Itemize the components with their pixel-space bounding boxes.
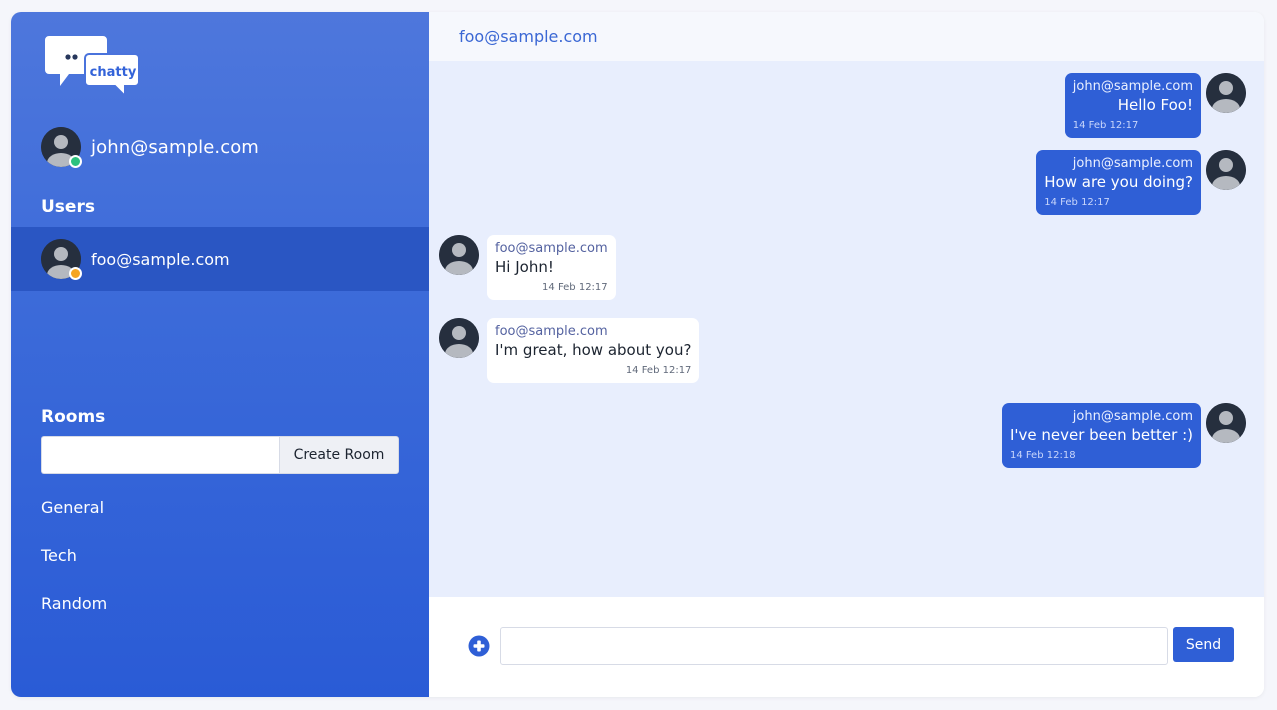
message: john@sample.com Hello Foo! 14 Feb 12:17 xyxy=(459,73,1246,138)
message-bubble: foo@sample.com I'm great, how about you?… xyxy=(487,318,700,383)
message-list: john@sample.com Hello Foo! 14 Feb 12:17 … xyxy=(429,61,1264,597)
message-composer: Send xyxy=(429,597,1264,697)
message-time: 14 Feb 12:17 xyxy=(1072,120,1139,131)
message-input[interactable] xyxy=(500,627,1168,665)
message: john@sample.com How are you doing? 14 Fe… xyxy=(459,150,1246,215)
message-text: Hi John! xyxy=(495,258,554,276)
message: foo@sample.com Hi John! 14 Feb 12:17 xyxy=(439,235,616,300)
room-item-random[interactable]: Random xyxy=(41,594,107,613)
send-button[interactable]: Send xyxy=(1173,627,1234,662)
user-item-foo[interactable]: foo@sample.com xyxy=(11,227,429,291)
room-name-input[interactable] xyxy=(41,436,279,474)
avatar xyxy=(439,235,479,275)
message-sender: john@sample.com xyxy=(1072,156,1193,171)
user-email: foo@sample.com xyxy=(91,249,230,269)
message-bubble: foo@sample.com Hi John! 14 Feb 12:17 xyxy=(487,235,616,300)
message-time: 14 Feb 12:18 xyxy=(1009,450,1076,461)
avatar xyxy=(41,127,82,168)
chat-title: foo@sample.com xyxy=(459,27,598,46)
plus-circle-icon[interactable] xyxy=(468,635,490,657)
avatar xyxy=(1206,403,1246,443)
avatar xyxy=(41,239,82,280)
chat-header: foo@sample.com xyxy=(429,12,1264,61)
message-sender: john@sample.com xyxy=(1072,79,1193,94)
current-user: john@sample.com xyxy=(41,127,259,168)
message-time: 14 Feb 12:17 xyxy=(625,365,692,376)
message-text: Hello Foo! xyxy=(1117,96,1193,114)
current-user-email: john@sample.com xyxy=(91,136,259,158)
users-heading: Users xyxy=(41,197,95,217)
svg-text:chatty: chatty xyxy=(90,65,137,80)
create-room-form: Create Room xyxy=(41,436,399,474)
message-bubble: john@sample.com I've never been better :… xyxy=(1001,403,1201,468)
create-room-button[interactable]: Create Room xyxy=(279,436,399,474)
message: foo@sample.com I'm great, how about you?… xyxy=(439,318,700,383)
message-text: I'm great, how about you? xyxy=(495,341,692,359)
message-sender: foo@sample.com xyxy=(495,241,608,256)
avatar xyxy=(1206,150,1246,190)
avatar xyxy=(1206,73,1246,113)
app-window: chatty john@sample.com Users foo@sample.… xyxy=(11,12,1264,697)
away-status-dot xyxy=(69,267,82,280)
chatty-logo: chatty xyxy=(43,34,143,100)
room-item-general[interactable]: General xyxy=(41,498,104,517)
message-bubble: john@sample.com How are you doing? 14 Fe… xyxy=(1036,150,1201,215)
message-text: How are you doing? xyxy=(1044,173,1193,191)
message-time: 14 Feb 12:17 xyxy=(542,282,608,293)
avatar xyxy=(439,318,479,358)
chat-panel: foo@sample.com john@sample.com Hello Foo… xyxy=(429,12,1264,697)
message-sender: foo@sample.com xyxy=(495,324,608,339)
room-item-tech[interactable]: Tech xyxy=(41,546,77,565)
message-time: 14 Feb 12:17 xyxy=(1044,197,1110,208)
online-status-dot xyxy=(69,155,82,168)
message-text: I've never been better :) xyxy=(1009,426,1193,444)
message-bubble: john@sample.com Hello Foo! 14 Feb 12:17 xyxy=(1064,73,1201,138)
message: john@sample.com I've never been better :… xyxy=(459,403,1246,468)
rooms-heading: Rooms xyxy=(41,407,106,427)
sidebar: chatty john@sample.com Users foo@sample.… xyxy=(11,12,429,697)
message-sender: john@sample.com xyxy=(1072,409,1193,424)
